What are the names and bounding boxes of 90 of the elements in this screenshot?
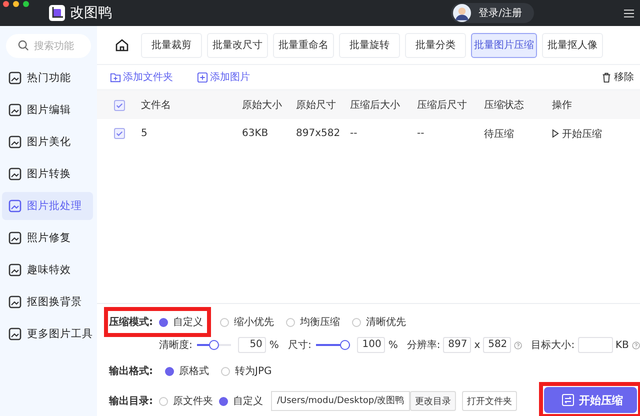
tool-icon (8, 263, 22, 277)
times-sign: x (474, 340, 480, 350)
radio-option[interactable]: 自定义 (159, 315, 203, 329)
column-header: 原始尺寸 (296, 98, 337, 112)
remove-link[interactable]: 移除 (601, 70, 634, 84)
table-cell-text: 63KB (242, 128, 270, 139)
size-label: 尺寸: (288, 338, 312, 352)
table-cell-text: 5 (141, 128, 148, 139)
tool-icon (8, 231, 22, 245)
tab[interactable]: 批量裁剪 (141, 32, 202, 58)
sidebar-item[interactable]: 更多图片工具 (2, 320, 93, 348)
login-button[interactable]: 登录/注册 (450, 3, 534, 23)
sidebar-item[interactable]: 图片批处理 (2, 192, 93, 220)
size-input[interactable]: 100 (357, 337, 386, 353)
home-icon[interactable] (115, 38, 129, 52)
folder-add-icon (110, 72, 121, 82)
percent-unit: % (269, 340, 279, 350)
sidebar-item[interactable]: 热门功能 (2, 64, 93, 92)
kb-unit: KB (616, 340, 629, 350)
start-compress-link[interactable]: 开始压缩 (552, 126, 602, 140)
compress-icon (562, 394, 574, 406)
column-header: 压缩状态 (484, 98, 525, 112)
tab[interactable]: 批量图片压缩 (471, 32, 537, 58)
row-checkbox[interactable] (114, 128, 125, 139)
help-icon[interactable] (514, 340, 522, 350)
path-field[interactable]: /Users/modu/Desktop/改图鸭 (271, 391, 410, 411)
column-header: 原始大小 (242, 98, 283, 112)
radio-option[interactable]: 均衡压缩 (286, 315, 340, 329)
height-input[interactable]: 582 (483, 337, 512, 353)
column-header: 文件名 (141, 98, 172, 112)
tool-icon (8, 71, 22, 85)
sidebar-item[interactable]: 抠图换背景 (2, 288, 93, 316)
sidebar-item[interactable]: 图片编辑 (2, 96, 93, 124)
radio-option[interactable]: 缩小优先 (220, 315, 274, 329)
add-icon (197, 72, 208, 82)
radio-option[interactable]: 清晰优先 (352, 315, 406, 329)
logo-icon (49, 5, 65, 21)
tab[interactable]: 批量分类 (405, 32, 466, 58)
table-cell-text: -- (417, 128, 426, 139)
tab[interactable]: 批量旋转 (339, 32, 400, 58)
radio-option[interactable]: 转为JPG (221, 364, 272, 378)
clarity-label: 清晰度: (159, 338, 192, 352)
maximize-button[interactable] (23, 1, 29, 7)
sidebar-item[interactable]: 图片美化 (2, 128, 93, 156)
sidebar-item[interactable]: 图片转换 (2, 160, 93, 188)
tool-icon (8, 135, 22, 149)
radio-option[interactable]: 原格式 (165, 364, 209, 378)
trash-icon (601, 72, 612, 82)
column-header: 压缩后大小 (350, 98, 401, 112)
target-size-input[interactable] (578, 337, 612, 353)
avatar-icon (452, 4, 471, 22)
table-cell-text: 待压缩 (484, 128, 515, 140)
tool-icon (8, 167, 22, 181)
close-button[interactable] (3, 1, 9, 7)
menu-icon[interactable] (624, 8, 634, 18)
percent-unit: % (388, 340, 398, 350)
app-name: 改图鸭 (70, 4, 112, 22)
column-header: 操作 (552, 99, 572, 112)
radio-option[interactable]: 自定义 (219, 394, 263, 408)
start-compress-button[interactable]: 开始压缩 (544, 387, 637, 413)
table-cell-text: -- (350, 128, 358, 139)
tab[interactable]: 批量重命名 (273, 32, 334, 58)
tool-icon (8, 295, 22, 309)
tool-icon (8, 327, 22, 341)
minimize-button[interactable] (13, 1, 19, 7)
tool-icon (8, 103, 22, 117)
mode-label: 压缩模式: (109, 316, 153, 329)
add-folder-link[interactable]: 添加文件夹 (110, 70, 173, 84)
target-size-label: 目标大小: (531, 338, 575, 352)
help-icon[interactable] (632, 340, 640, 350)
change-folder-button[interactable]: 更改目录 (410, 391, 456, 411)
search-icon (18, 40, 29, 51)
radio-option[interactable]: 原文件夹 (159, 394, 213, 408)
play-icon (552, 129, 559, 138)
column-header: 压缩后尺寸 (417, 98, 468, 112)
add-image-link[interactable]: 添加图片 (197, 70, 250, 84)
output-label: 输出目录: (109, 394, 153, 408)
open-folder-button[interactable]: 打开文件夹 (462, 391, 518, 411)
tab[interactable]: 批量抠人像 (542, 32, 603, 58)
select-all-checkbox[interactable] (114, 100, 125, 110)
tab[interactable]: 批量改尺寸 (207, 32, 268, 58)
clarity-input[interactable]: 50 (238, 337, 266, 353)
table-cell-text: 897x582 (296, 128, 342, 139)
tool-icon (8, 199, 22, 213)
sidebar-item[interactable]: 趣味特效 (2, 256, 93, 284)
format-label: 输出格式: (109, 364, 153, 378)
sidebar-item[interactable]: 照片修复 (2, 224, 93, 252)
search-field[interactable]: 搜索功能 (6, 34, 91, 58)
resolution-label: 分辨率: (406, 338, 440, 352)
width-input[interactable]: 897 (443, 337, 472, 353)
